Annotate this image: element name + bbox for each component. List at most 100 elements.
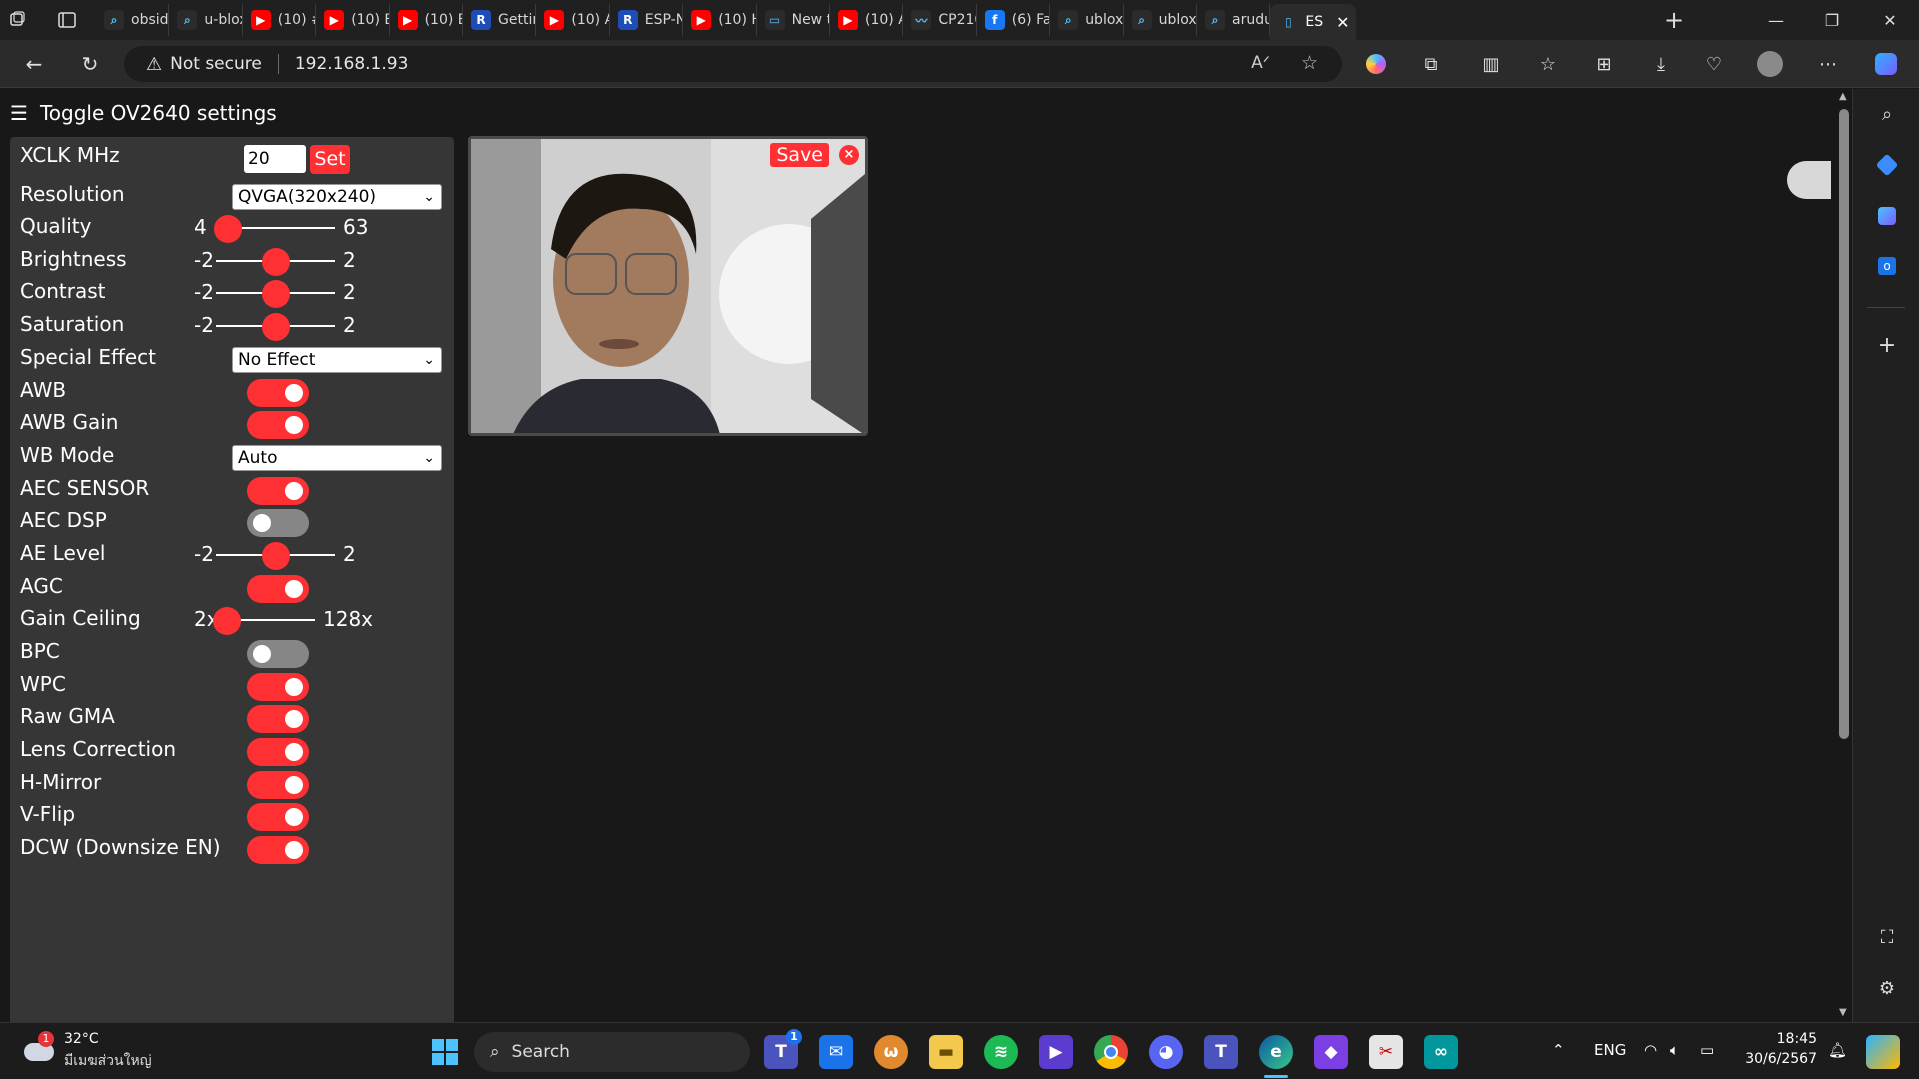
scroll-thumb[interactable]: [1839, 109, 1849, 739]
clipchamp-icon[interactable]: ▶: [1039, 1035, 1073, 1069]
toggle-switch[interactable]: [247, 640, 309, 668]
slider-thumb[interactable]: [261, 248, 290, 276]
snipping-tool-icon[interactable]: ✂: [1369, 1035, 1403, 1069]
extensions-icon[interactable]: ⧉: [1417, 50, 1445, 78]
tab-0[interactable]: ⌕ obsida: [96, 4, 170, 36]
shopping-tag-icon[interactable]: [1873, 151, 1901, 179]
app-icon-orange[interactable]: ω: [874, 1035, 908, 1069]
tab-16[interactable]: ▯ ES ✕: [1270, 4, 1357, 40]
refresh-icon[interactable]: ↻: [74, 48, 106, 80]
toggle-switch[interactable]: [247, 836, 309, 864]
performance-icon[interactable]: ♡: [1700, 50, 1728, 78]
volume-icon[interactable]: 🔈︎: [1670, 1041, 1679, 1059]
teams-icon[interactable]: T1: [764, 1029, 802, 1069]
close-tab-icon[interactable]: ✕: [1336, 13, 1349, 32]
copilot-taskbar-icon[interactable]: [1866, 1035, 1900, 1069]
screenshot-icon[interactable]: ⛶: [1873, 923, 1901, 951]
downloads-icon[interactable]: ⤓: [1647, 50, 1675, 78]
edge-icon[interactable]: e: [1259, 1035, 1293, 1069]
tab-1[interactable]: ⌕ u-blox: [169, 4, 243, 36]
settings-toggle[interactable]: ☰ Toggle OV2640 settings: [10, 101, 277, 125]
tab-8[interactable]: ▶ (10) H: [683, 4, 757, 36]
favorite-star-icon[interactable]: ☆: [1301, 52, 1318, 74]
special-effect-select[interactable]: No Effect ⌄: [232, 347, 442, 373]
close-stream-button[interactable]: ×: [839, 145, 859, 165]
sidebar-settings-icon[interactable]: ⚙: [1873, 974, 1901, 1002]
collections-icon[interactable]: ⊞: [1590, 50, 1618, 78]
tab-14[interactable]: ⌕ ublox: [1124, 4, 1197, 36]
profile-avatar[interactable]: [1756, 50, 1784, 78]
sidebar-search-icon[interactable]: ⌕: [1873, 100, 1901, 128]
discord-icon[interactable]: ◕: [1149, 1035, 1183, 1069]
tab-actions-icon[interactable]: [50, 4, 90, 36]
tab-4[interactable]: ▶ (10) ES: [390, 4, 463, 36]
toggle-switch[interactable]: [247, 705, 309, 733]
resolution-select[interactable]: QVGA(320x240) ⌄: [232, 184, 442, 210]
teams-work-icon[interactable]: T: [1204, 1035, 1238, 1069]
toggle-switch[interactable]: [247, 803, 309, 831]
xclk-set-button[interactable]: Set: [310, 145, 350, 174]
workspaces-icon[interactable]: [0, 4, 44, 36]
arduino-icon[interactable]: ∞: [1424, 1035, 1458, 1069]
slider-thumb[interactable]: [261, 313, 290, 341]
chrome-icon[interactable]: [1094, 1035, 1128, 1069]
toggle-switch[interactable]: [247, 477, 309, 505]
toggle-switch[interactable]: [247, 411, 309, 439]
copilot-icon[interactable]: [1872, 50, 1900, 78]
slider-thumb[interactable]: [261, 280, 290, 308]
scroll-up-icon[interactable]: ▲: [1839, 91, 1847, 102]
slider-thumb[interactable]: [214, 215, 243, 243]
wb-mode-select[interactable]: Auto ⌄: [232, 445, 442, 471]
copilot-floating-button[interactable]: [1787, 161, 1831, 199]
page-scrollbar[interactable]: ▲ ▼: [1836, 89, 1852, 1022]
toggle-switch[interactable]: [247, 509, 309, 537]
tab-13[interactable]: ⌕ ublox: [1050, 4, 1124, 36]
bing-copilot-icon[interactable]: [1873, 202, 1901, 230]
back-icon[interactable]: ←: [18, 48, 50, 80]
notification-bell-icon[interactable]: 🔔︎: [1828, 1041, 1847, 1059]
tab-12[interactable]: f (6) Fac: [977, 4, 1051, 36]
scroll-down-icon[interactable]: ▼: [1839, 1007, 1847, 1018]
slider-thumb[interactable]: [261, 542, 290, 570]
tab-6[interactable]: ▶ (10) Ar: [536, 4, 610, 36]
taskbar-search[interactable]: ⌕ Search: [474, 1032, 750, 1072]
language-indicator[interactable]: ENG: [1594, 1041, 1626, 1059]
tab-5[interactable]: R Gettin: [463, 4, 537, 36]
new-tab-button[interactable]: +: [1660, 6, 1688, 34]
toggle-switch[interactable]: [247, 738, 309, 766]
more-menu-icon[interactable]: ⋯: [1814, 50, 1842, 78]
close-window-icon[interactable]: ✕: [1862, 0, 1918, 40]
tab-15[interactable]: ⌕ arudu: [1197, 4, 1271, 36]
address-bar[interactable]: ⚠ Not secure 192.168.1.93 Aᐟ ☆: [124, 46, 1342, 82]
tab-11[interactable]: 〰 CP210: [903, 4, 977, 36]
add-sidebar-app-icon[interactable]: +: [1873, 331, 1901, 359]
restore-icon[interactable]: ❐: [1804, 0, 1860, 40]
split-screen-icon[interactable]: ▥: [1477, 50, 1505, 78]
clock-date[interactable]: 30/6/2567: [1737, 1051, 1817, 1067]
xclk-input[interactable]: 20: [244, 145, 306, 173]
weather-icon[interactable]: 1: [22, 1031, 56, 1067]
toggle-switch[interactable]: [247, 771, 309, 799]
tab-3[interactable]: ▶ (10) ES: [316, 4, 390, 36]
tab-7[interactable]: R ESP-N: [610, 4, 684, 36]
tab-10[interactable]: ▶ (10) Ar: [830, 4, 904, 36]
tab-9[interactable]: ▭ New t: [757, 4, 830, 36]
start-icon[interactable]: [428, 1035, 462, 1069]
obsidian-icon[interactable]: ◆: [1314, 1035, 1348, 1069]
toggle-switch[interactable]: [247, 673, 309, 701]
minimize-icon[interactable]: —: [1748, 0, 1804, 40]
wifi-icon[interactable]: ◠: [1644, 1041, 1657, 1059]
file-explorer-icon[interactable]: ▬: [929, 1035, 963, 1069]
tray-overflow-icon[interactable]: ⌃: [1552, 1041, 1565, 1059]
clock-time[interactable]: 18:45: [1747, 1031, 1817, 1047]
outlook-icon[interactable]: o: [1873, 252, 1901, 280]
tab-2[interactable]: ▶ (10) #2: [243, 4, 317, 36]
toggle-switch[interactable]: [247, 379, 309, 407]
slider-thumb[interactable]: [212, 607, 241, 635]
favorites-icon[interactable]: ☆: [1534, 50, 1562, 78]
copilot-color-icon[interactable]: [1362, 50, 1390, 78]
mail-icon[interactable]: ✉: [819, 1035, 853, 1069]
battery-icon[interactable]: ▭: [1700, 1041, 1714, 1059]
save-button[interactable]: Save: [770, 143, 829, 167]
toggle-switch[interactable]: [247, 575, 309, 603]
